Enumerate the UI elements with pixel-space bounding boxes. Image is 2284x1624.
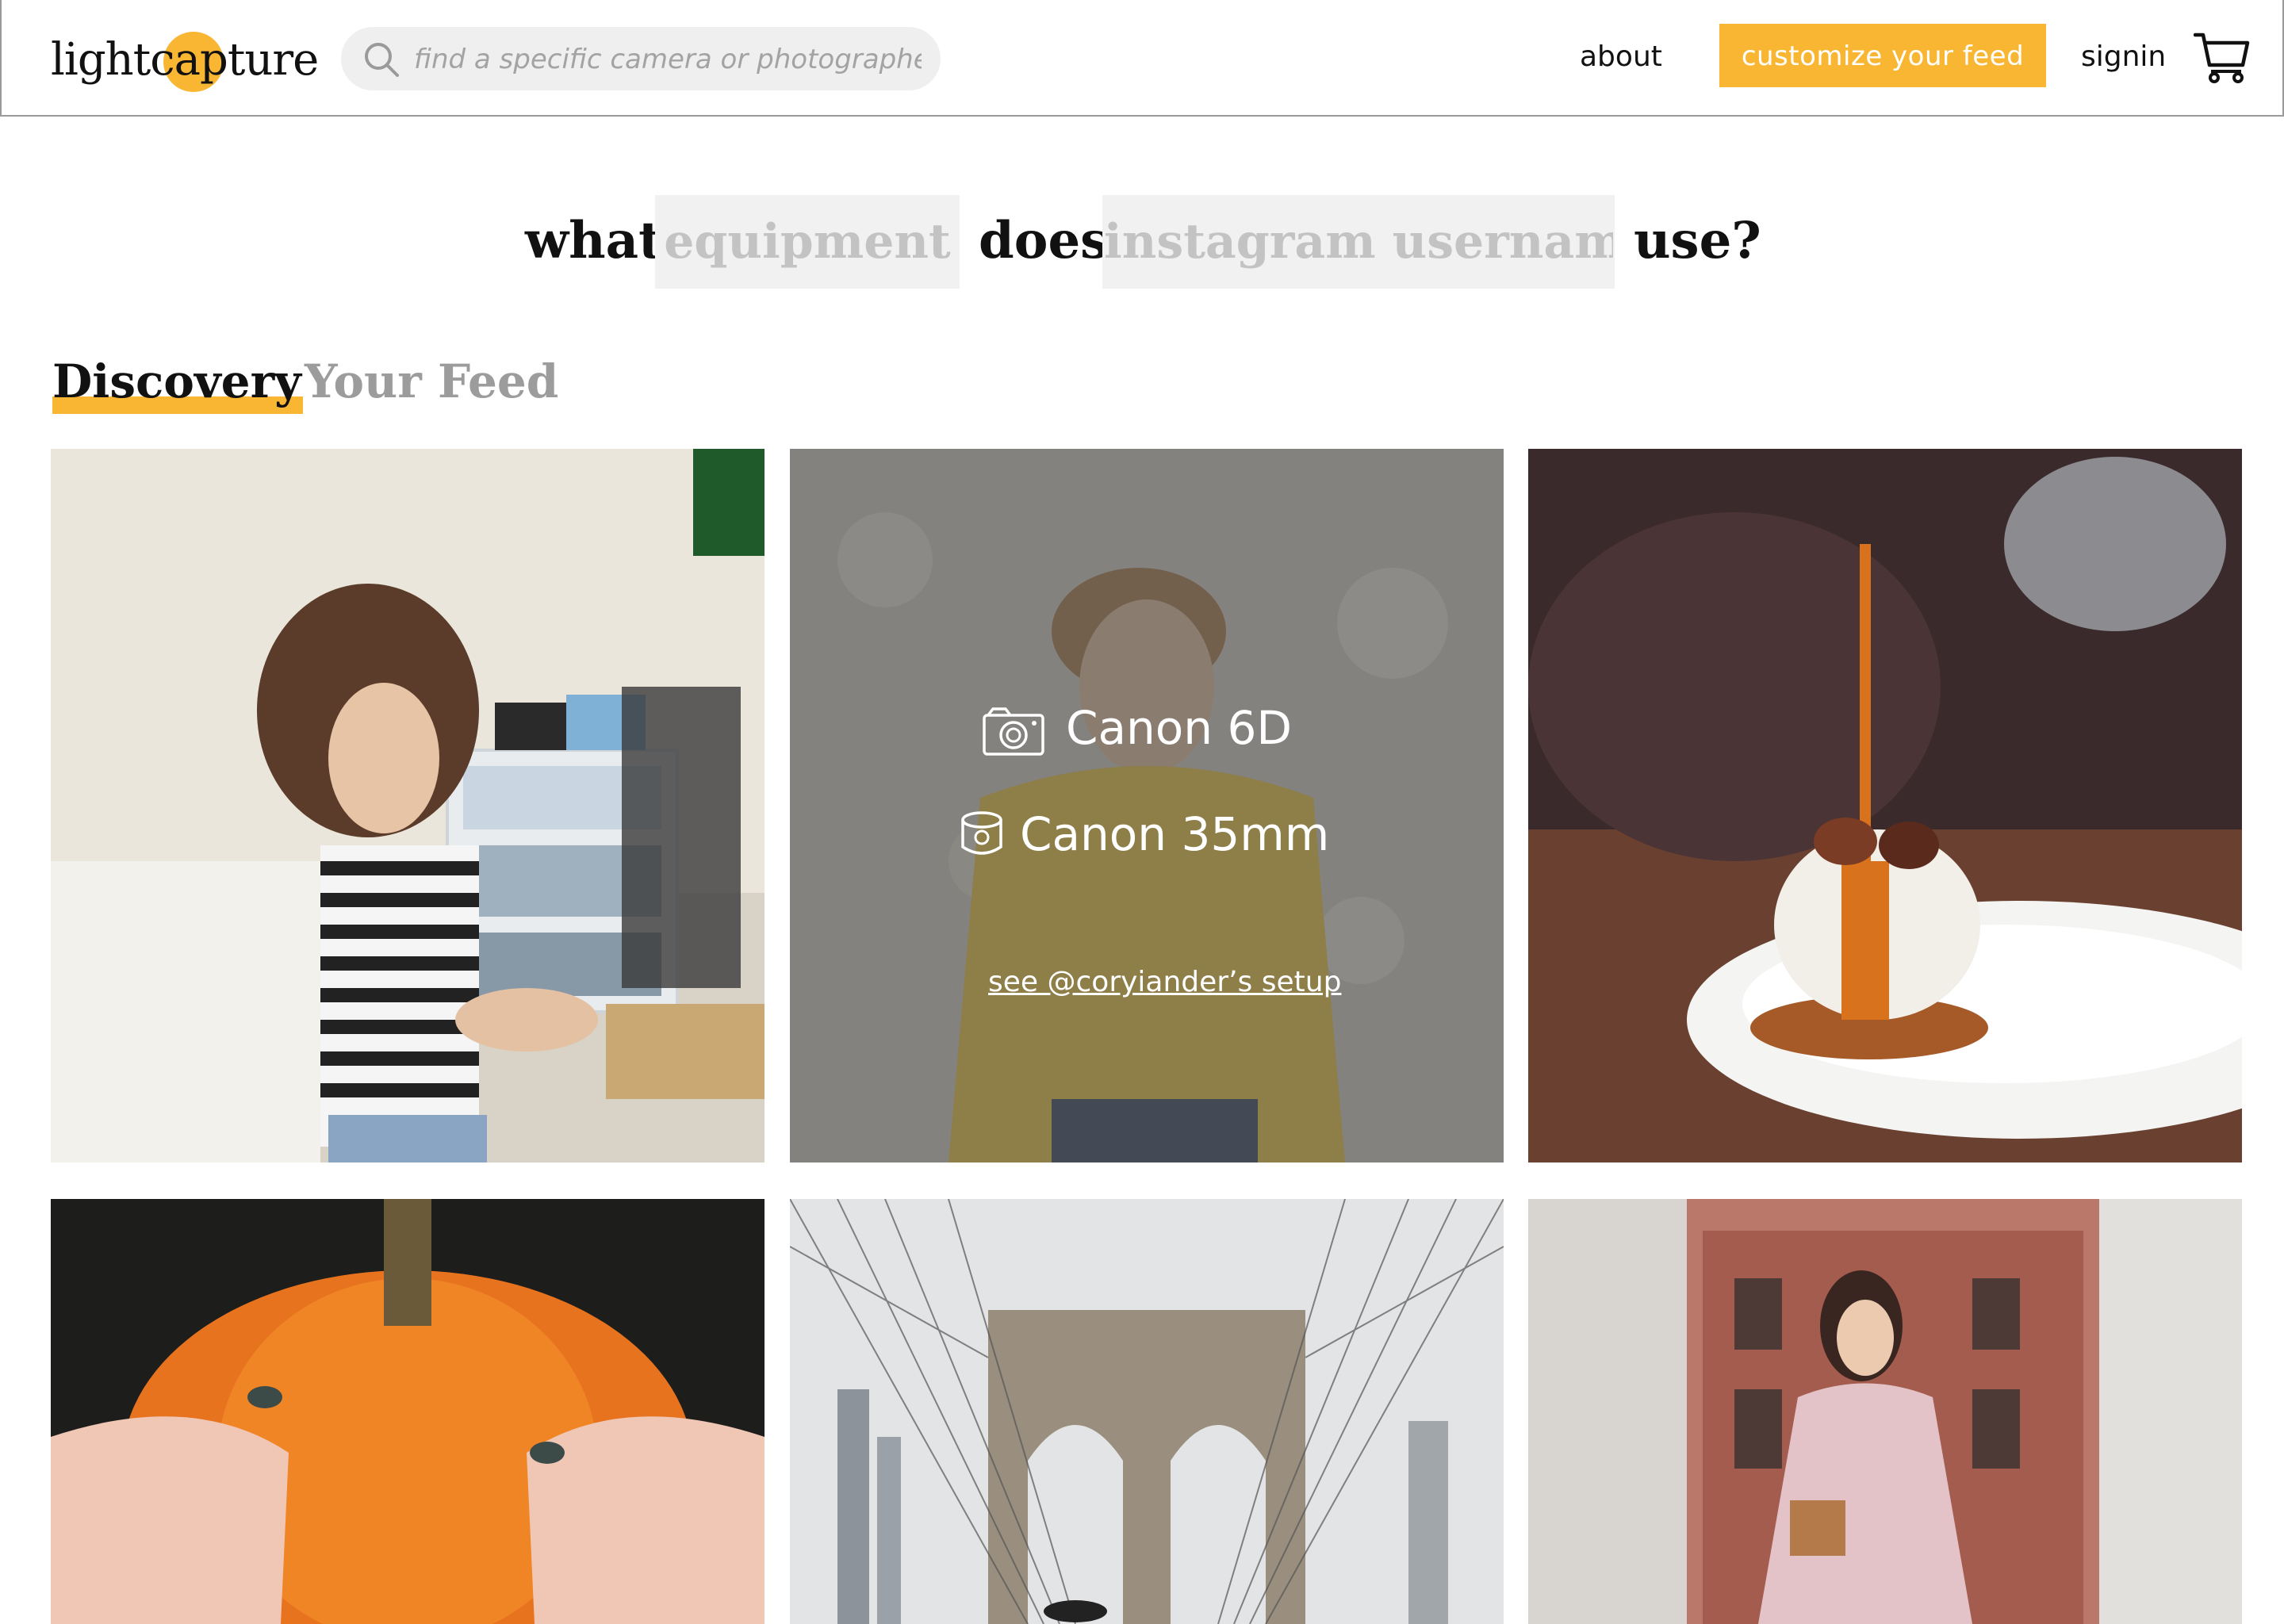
camera-icon [983,707,1044,756]
photo-tile[interactable] [51,1199,765,1624]
search-input[interactable] [412,27,923,92]
photo-tile[interactable] [790,1199,1504,1624]
photo-tile[interactable] [51,449,765,1162]
see-setup-link[interactable]: see @coryiander’s setup [988,966,1341,998]
lens-icon [961,811,1002,855]
search-icon [365,43,399,77]
cart-icon[interactable] [2194,30,2251,84]
customize-feed-button[interactable]: customize your feed [1719,24,2046,87]
question-word-does: does [979,211,1109,270]
photo-tile[interactable] [1528,449,2242,1162]
photo-woman-street [1528,1199,2242,1624]
lens-name: Canon 35mm [1020,807,1330,861]
photo-pumpkin-hands [51,1199,765,1624]
camera-name: Canon 6D [1066,701,1293,755]
top-navbar: lightcapture about customize your feed s… [0,0,2284,117]
logo-text: lightcapture [51,34,319,86]
question-word-what: what [525,211,662,270]
tab-your-feed[interactable]: Your Feed [305,347,558,416]
equipment-input[interactable] [655,195,960,289]
photo-brooklyn-bridge [790,1199,1504,1624]
logo[interactable]: lightcapture [51,29,319,92]
search-bar[interactable] [341,27,941,92]
photo-woman-in-room [51,449,765,1162]
photo-tile[interactable] [1528,1199,2242,1624]
tab-discovery[interactable]: Discovery [52,347,303,416]
signin-link[interactable]: signin [2081,35,2166,79]
instagram-username-input[interactable] [1102,195,1615,289]
question-word-use: use? [1634,211,1761,270]
tab-discovery-label: Discovery [52,354,301,408]
photo-dessert-caramel [1528,449,2242,1162]
equipment-overlay: Canon 6D Canon 35mm see @coryiander’s se… [790,449,1504,1162]
equipment-question: what does use? [0,195,2284,289]
photo-tile[interactable]: Canon 6D Canon 35mm see @coryiander’s se… [790,449,1504,1162]
about-link[interactable]: about [1580,35,1662,79]
